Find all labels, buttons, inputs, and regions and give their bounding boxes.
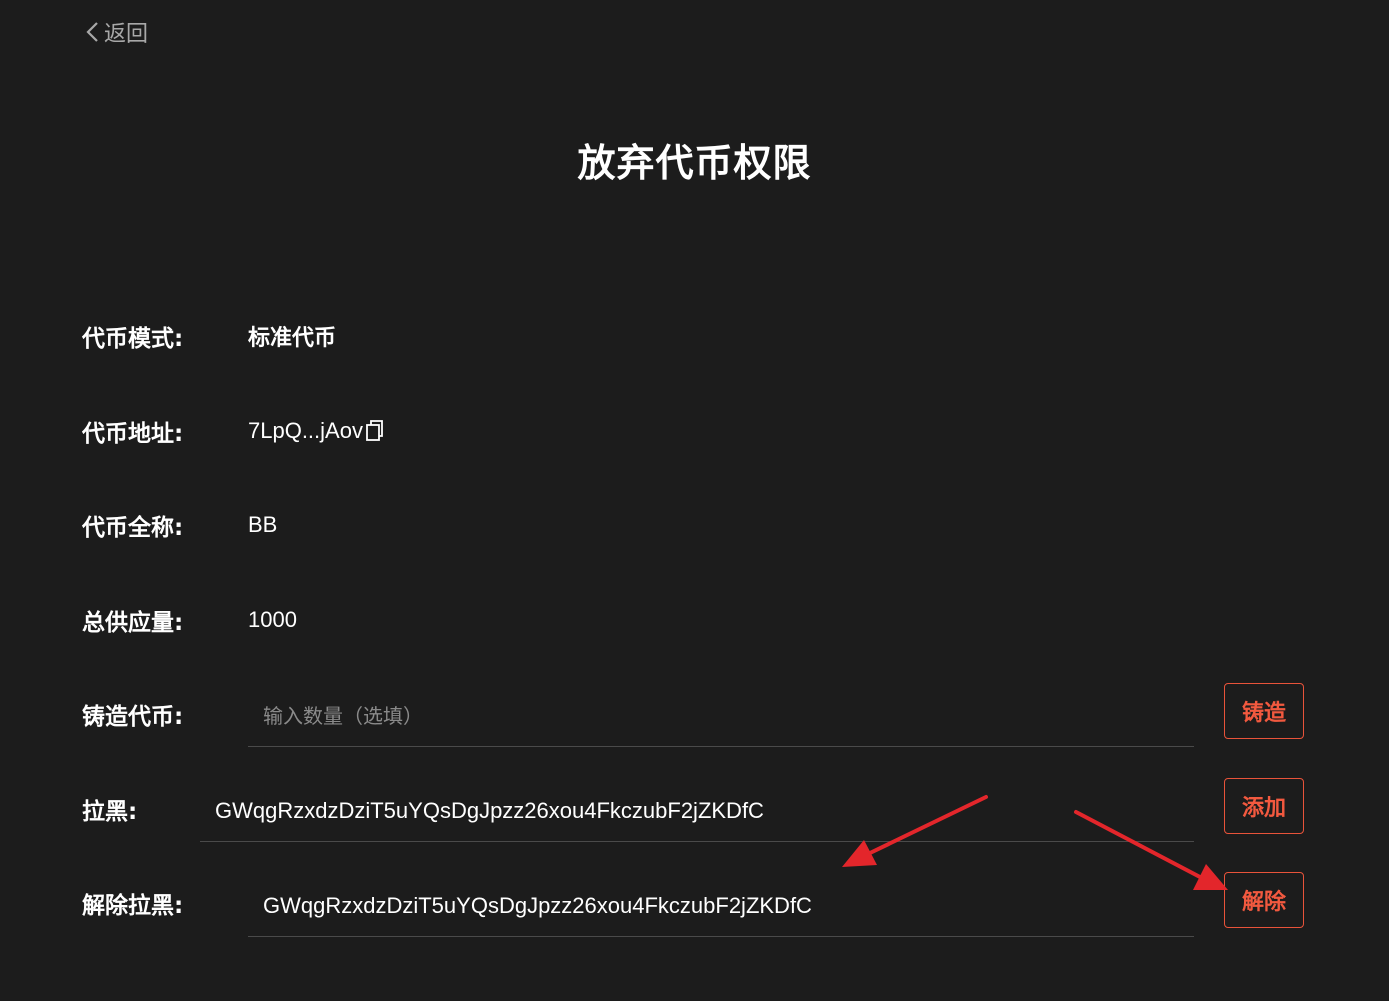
token-address-label: 代币地址: xyxy=(82,421,184,447)
token-mode-row: 代币模式: 标准代币 xyxy=(82,316,336,356)
unblacklist-label: 解除拉黑: xyxy=(82,893,184,919)
mint-row: 铸造代币: xyxy=(82,694,183,734)
add-blacklist-button[interactable]: 添加 xyxy=(1224,778,1304,834)
token-name-row: 代币全称: BB xyxy=(82,505,277,545)
blacklist-label: 拉黑: xyxy=(82,799,138,825)
back-button[interactable]: 返回 xyxy=(84,16,148,48)
token-name-value: BB xyxy=(248,512,278,537)
mint-button[interactable]: 铸造 xyxy=(1224,683,1304,739)
unblacklist-button[interactable]: 解除 xyxy=(1224,872,1304,928)
copy-icon[interactable] xyxy=(365,419,385,443)
chevron-left-icon xyxy=(86,22,98,42)
blacklist-address-field[interactable] xyxy=(200,781,1194,842)
token-address-value: 7LpQ...jAov xyxy=(248,418,363,443)
total-supply-row: 总供应量: 1000 xyxy=(82,600,297,640)
blacklist-address-input[interactable] xyxy=(200,798,1194,824)
token-mode-value: 标准代币 xyxy=(248,326,337,351)
blacklist-row: 拉黑: xyxy=(82,789,137,829)
mint-label: 铸造代币: xyxy=(82,704,184,730)
unblacklist-address-field[interactable] xyxy=(248,876,1194,937)
total-supply-value: 1000 xyxy=(248,607,297,632)
unblacklist-row: 解除拉黑: xyxy=(82,883,183,923)
mint-amount-input[interactable] xyxy=(248,703,1194,729)
token-name-label: 代币全称: xyxy=(82,515,184,541)
unblacklist-address-input[interactable] xyxy=(248,893,1194,919)
token-address-value-wrap: 7LpQ...jAov xyxy=(248,411,385,451)
page-title: 放弃代币权限 xyxy=(577,141,812,185)
back-label: 返回 xyxy=(104,22,149,47)
mint-amount-field[interactable] xyxy=(248,686,1194,747)
total-supply-label: 总供应量: xyxy=(82,610,184,636)
token-address-row: 代币地址: 7LpQ...jAov xyxy=(82,411,383,451)
token-mode-label: 代币模式: xyxy=(82,326,184,352)
